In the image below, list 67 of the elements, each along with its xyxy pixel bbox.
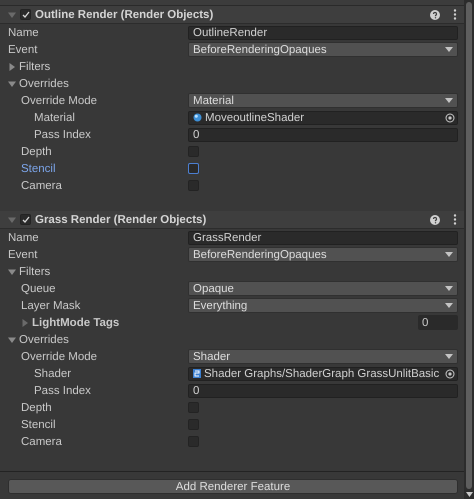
caret-icon bbox=[445, 286, 453, 291]
field-label: Pass Index bbox=[34, 128, 91, 140]
field-label: Camera bbox=[21, 180, 62, 192]
field-label: Name bbox=[8, 26, 39, 38]
foldout-arrow-icon[interactable] bbox=[8, 62, 16, 70]
field-label: Filters bbox=[19, 60, 50, 72]
foldout-arrow-icon[interactable] bbox=[8, 268, 16, 276]
field-label: Stencil bbox=[21, 418, 56, 430]
caret-icon bbox=[445, 98, 453, 103]
field-label: Overrides bbox=[19, 78, 69, 90]
more-icon[interactable] bbox=[452, 9, 458, 20]
foldout-arrow-icon[interactable] bbox=[21, 318, 29, 326]
field-label: Layer Mask bbox=[21, 300, 80, 312]
field-label: Queue bbox=[21, 282, 56, 294]
field-label: Depth bbox=[21, 146, 52, 158]
field-label: Overrides bbox=[19, 334, 69, 346]
text-field[interactable]: OutlineRender bbox=[188, 26, 458, 40]
more-icon[interactable] bbox=[452, 214, 458, 225]
help-icon[interactable] bbox=[430, 10, 440, 20]
help-icon[interactable] bbox=[430, 214, 440, 224]
dropdown[interactable]: BeforeRenderingOpaques bbox=[188, 247, 458, 262]
dropdown[interactable]: Opaque bbox=[188, 281, 458, 296]
target-icon[interactable] bbox=[445, 368, 455, 378]
field-label: Event bbox=[8, 248, 38, 260]
count-field[interactable]: 0 bbox=[418, 315, 458, 330]
field-label: Name bbox=[8, 232, 39, 244]
feature-header[interactable]: Grass Render (Render Objects) bbox=[0, 211, 464, 229]
field-label: Override Mode bbox=[21, 94, 98, 106]
feature-title: Grass Render (Render Objects) bbox=[35, 214, 208, 226]
field-label: Depth bbox=[21, 402, 52, 414]
checkbox[interactable] bbox=[188, 163, 199, 174]
field-label: Material bbox=[34, 112, 75, 124]
foldout-arrow-icon[interactable] bbox=[8, 216, 16, 224]
foldout-arrow-icon[interactable] bbox=[8, 80, 16, 88]
field-label: Shader bbox=[34, 368, 72, 380]
field-label: Event bbox=[8, 44, 38, 56]
dropdown[interactable]: Material bbox=[188, 93, 458, 108]
caret-icon bbox=[445, 252, 453, 257]
scrollbar[interactable] bbox=[464, 0, 474, 499]
add-renderer-feature-button[interactable]: Add Renderer Feature bbox=[8, 479, 458, 494]
scroll-down-arrow-icon[interactable] bbox=[466, 492, 472, 497]
dropdown[interactable]: Everything bbox=[188, 298, 458, 313]
field-label: LightMode Tags bbox=[32, 316, 120, 328]
sphere-icon bbox=[193, 113, 202, 122]
field-label: Stencil bbox=[21, 162, 56, 174]
text-field[interactable]: GrassRender bbox=[188, 230, 458, 244]
text-field[interactable]: 0 bbox=[188, 128, 458, 142]
feature-header[interactable]: Outline Render (Render Objects) bbox=[0, 6, 464, 24]
dropdown[interactable]: Shader bbox=[188, 349, 458, 364]
field-label: Filters bbox=[19, 266, 50, 278]
dropdown[interactable]: BeforeRenderingOpaques bbox=[188, 42, 458, 57]
object-field[interactable]: Shader Graphs/ShaderGraph GrassUnlitBasic bbox=[188, 366, 458, 380]
enable-checkbox[interactable] bbox=[20, 214, 31, 225]
text-field[interactable]: 0 bbox=[188, 384, 458, 398]
shader-icon bbox=[193, 369, 201, 378]
caret-icon bbox=[445, 354, 453, 359]
field-label: Override Mode bbox=[21, 350, 98, 362]
caret-icon bbox=[445, 47, 453, 52]
field-label: Camera bbox=[21, 436, 62, 448]
enable-checkbox[interactable] bbox=[20, 9, 31, 20]
object-field[interactable]: MoveoutlineShader bbox=[188, 110, 458, 124]
target-icon[interactable] bbox=[445, 112, 455, 122]
foldout-arrow-icon[interactable] bbox=[8, 10, 16, 18]
field-label: Pass Index bbox=[34, 384, 91, 396]
foldout-arrow-icon[interactable] bbox=[8, 336, 16, 344]
feature-title: Outline Render (Render Objects) bbox=[35, 8, 214, 20]
caret-icon bbox=[445, 303, 453, 308]
